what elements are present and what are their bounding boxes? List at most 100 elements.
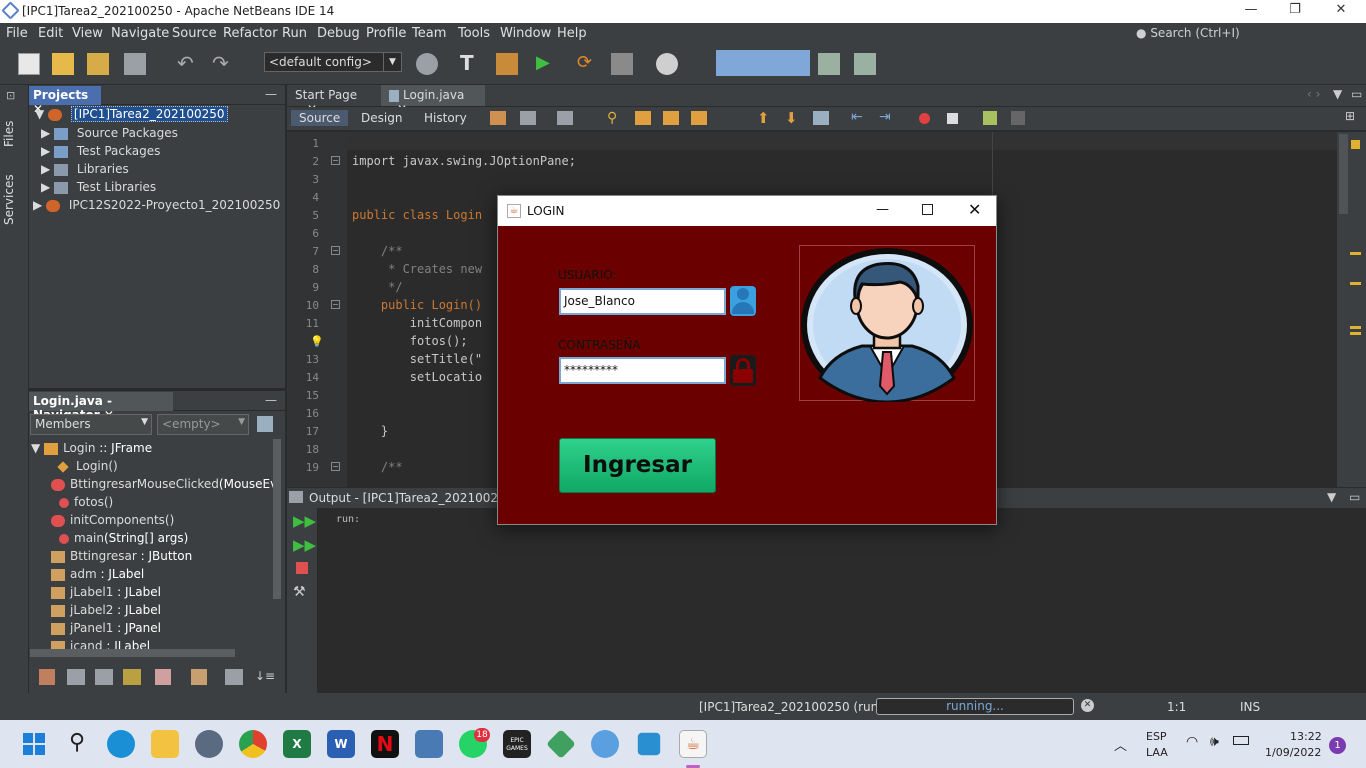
nav-item[interactable]: jPanel1 : JPanel (51, 621, 161, 635)
virtualbox-icon[interactable] (637, 732, 661, 756)
nav-item[interactable]: icand : JLabel (51, 639, 150, 649)
fold-icon[interactable]: − (331, 300, 340, 309)
split-icon[interactable]: ⊞ (1345, 109, 1355, 123)
java-app-icon[interactable]: ☕ (679, 730, 707, 758)
file-explorer-icon[interactable] (151, 730, 179, 758)
tree-item-test-libraries[interactable]: ▶ Test Libraries (41, 180, 156, 194)
gc-icon[interactable] (818, 53, 840, 75)
config-select[interactable]: <default config> ▼ (264, 52, 402, 72)
toggle-bookmark-icon[interactable] (813, 111, 829, 125)
mode-source[interactable]: Source (291, 110, 349, 126)
nav-item[interactable]: jLabel1 : JLabel (51, 585, 161, 599)
close-button[interactable]: ✕ (1321, 2, 1361, 21)
sort-icon[interactable] (191, 669, 207, 685)
tree-item-test-packages[interactable]: ▶ Test Packages (41, 144, 160, 158)
menu-edit[interactable]: Edit (38, 26, 63, 41)
stop-icon[interactable] (296, 562, 308, 574)
tab-list-icon[interactable]: ▼ (1333, 87, 1342, 101)
stop-macro-icon[interactable] (947, 113, 958, 124)
paint-icon[interactable] (591, 730, 619, 758)
dialog-maximize-button[interactable] (922, 204, 933, 215)
tab-login-java[interactable]: Login.java ✕ (381, 85, 485, 116)
fold-icon[interactable]: − (331, 462, 340, 471)
fold-icon[interactable]: − (331, 246, 340, 255)
dev-app-icon[interactable] (546, 729, 576, 759)
expand-icon[interactable]: ▶ (41, 162, 50, 176)
menu-tools[interactable]: Tools (458, 26, 490, 41)
warning-marker[interactable] (1350, 332, 1361, 335)
chevron-up-icon[interactable]: ︿ (1114, 735, 1127, 754)
menu-help[interactable]: Help (557, 26, 587, 41)
new-file-icon[interactable] (18, 53, 40, 75)
tree-item-libraries[interactable]: ▶ Libraries (41, 162, 129, 176)
maximize-editor-icon[interactable]: ▭ (1351, 87, 1362, 101)
epic-games-icon[interactable]: EPIC GAMES (503, 730, 531, 758)
cancel-progress-icon[interactable]: ✕ (1081, 699, 1094, 712)
battery-icon[interactable] (1233, 736, 1249, 745)
stocks-icon[interactable] (415, 730, 443, 758)
filter-icon[interactable] (39, 669, 55, 685)
projects-tab[interactable]: Projects ✕ (29, 86, 101, 116)
warning-marker[interactable] (1350, 252, 1361, 255)
minimize-button[interactable]: — (1231, 2, 1271, 21)
forward-icon[interactable] (557, 111, 573, 125)
warning-marker-icon[interactable] (1351, 140, 1360, 149)
run-icon[interactable]: ▶ (536, 53, 558, 75)
clock-time[interactable]: 13:22 (1290, 730, 1322, 743)
filter-inherited-icon[interactable] (155, 669, 171, 685)
find-prev-icon[interactable] (635, 111, 651, 125)
filter-static-icon[interactable] (95, 669, 113, 685)
warning-marker[interactable] (1350, 326, 1361, 329)
expand-icon[interactable]: ▶ (41, 180, 50, 194)
expand-icon[interactable]: ▶ (33, 198, 42, 212)
tab-list-icon[interactable]: ▼ (1327, 490, 1336, 504)
fold-icon[interactable]: − (331, 156, 340, 165)
menu-file[interactable]: File (6, 26, 28, 41)
horizontal-scrollbar[interactable] (30, 649, 235, 657)
open-project-icon[interactable] (87, 53, 109, 75)
netflix-icon[interactable]: N (371, 730, 399, 758)
shift-right-icon[interactable]: ⇥ (879, 109, 891, 125)
services-tab[interactable]: Services (2, 174, 16, 225)
username-field[interactable]: Jose_Blanco (559, 288, 726, 315)
menu-navigate[interactable]: Navigate (111, 26, 169, 41)
ingresar-button[interactable]: Ingresar (559, 438, 716, 493)
nav-item[interactable]: Bttingresar : JButton (51, 549, 192, 563)
next-bookmark-icon[interactable]: ⬇ (785, 109, 798, 127)
memory-bar[interactable] (716, 50, 810, 76)
menu-team[interactable]: Team (412, 26, 446, 41)
profile-timer-icon[interactable] (656, 53, 678, 75)
search-taskbar-icon[interactable]: ⚲ (63, 730, 91, 758)
chrome-icon[interactable] (239, 730, 267, 758)
minimize-pane-icon[interactable]: — (265, 393, 277, 407)
vertical-scrollbar[interactable] (1339, 134, 1348, 214)
nav-settings-icon[interactable] (257, 416, 273, 432)
minimize-pane-icon[interactable]: — (265, 87, 277, 101)
tree-item-source-packages[interactable]: ▶ Source Packages (41, 126, 178, 140)
progress-bar[interactable]: running... (876, 698, 1074, 715)
dialog-minimize-button[interactable]: — (876, 202, 889, 217)
find-icon[interactable]: ⚲ (607, 110, 617, 126)
vertical-scrollbar[interactable] (273, 439, 281, 599)
files-tab[interactable]: Files (2, 107, 16, 147)
password-field[interactable]: ********* (559, 357, 726, 384)
comment-icon[interactable] (983, 111, 997, 125)
rerun-icon[interactable]: ▶▶ (293, 512, 316, 530)
wifi-icon[interactable]: ◠ (1186, 734, 1198, 750)
menu-view[interactable]: View (72, 26, 103, 41)
profile-icon[interactable] (611, 53, 633, 75)
uncomment-icon[interactable] (1011, 111, 1025, 125)
mode-design[interactable]: Design (353, 110, 410, 126)
mode-history[interactable]: History (416, 110, 475, 126)
find-next-icon[interactable] (663, 111, 679, 125)
nav-item[interactable]: Login() (57, 459, 118, 473)
last-edit-icon[interactable] (490, 111, 506, 125)
restore-icon[interactable]: ⊡ (6, 89, 15, 102)
debug-icon[interactable]: ⟳ (577, 53, 599, 75)
maximize-output-icon[interactable]: ▭ (1349, 490, 1360, 504)
filter-private-icon[interactable] (123, 669, 141, 685)
tree-item-project2[interactable]: ▶ IPC12S2022-Proyecto1_202100250 (33, 198, 280, 212)
menu-run[interactable]: Run (282, 26, 307, 41)
clean-build-icon[interactable] (496, 53, 518, 75)
language-code[interactable]: ESP (1146, 730, 1167, 743)
